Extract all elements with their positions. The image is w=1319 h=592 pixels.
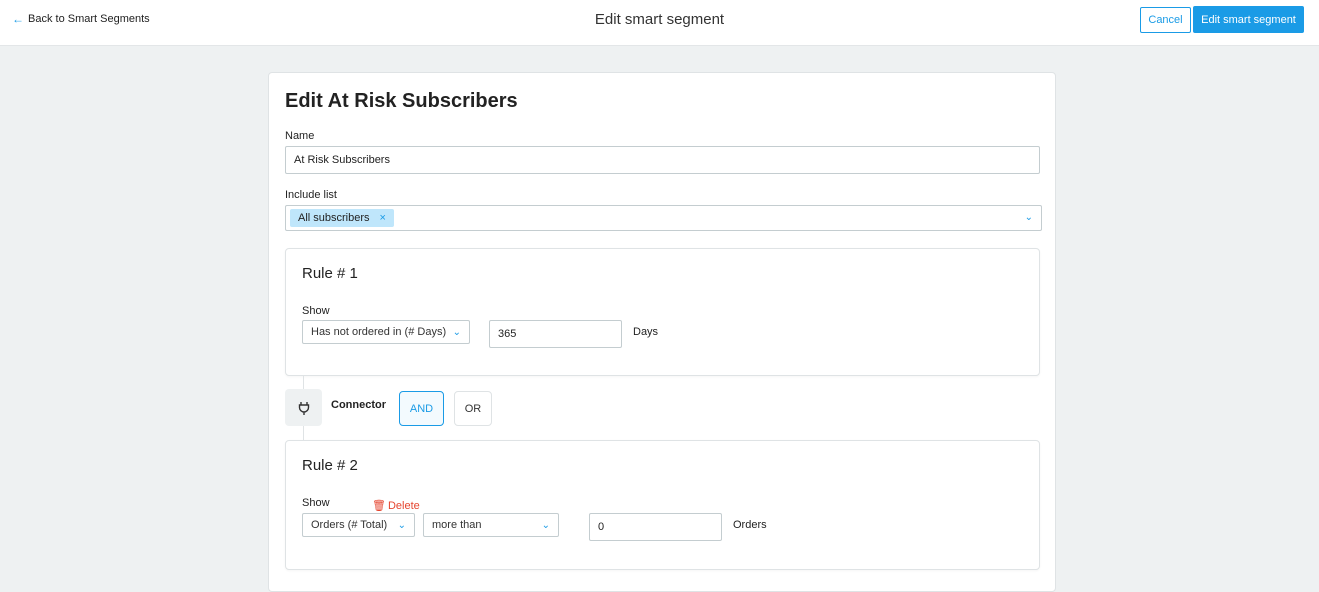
include-list-select[interactable]: All subscribers × ⌄ (285, 205, 1042, 231)
chip-label: All subscribers (298, 212, 370, 224)
chevron-down-icon: ⌄ (541, 520, 550, 531)
unit-label: Orders (733, 519, 767, 531)
rule-condition-select[interactable]: Has not ordered in (# Days) ⌄ (302, 320, 470, 344)
include-list-label: Include list (285, 189, 337, 201)
rule-title: Rule # 2 (302, 457, 358, 474)
input-value: 365 (498, 328, 517, 340)
rule-value-input[interactable]: 365 (489, 320, 622, 348)
top-bar: ← Back to Smart Segments Edit smart segm… (0, 0, 1319, 46)
connector-or-button[interactable]: OR (454, 391, 492, 426)
rule-operator-select[interactable]: more than ⌄ (423, 513, 559, 537)
input-value: 0 (598, 521, 605, 533)
list-chip: All subscribers × (290, 209, 394, 227)
rule-card-2: Rule # 2 Show 🗑 Delete Orders (# Total) … (285, 440, 1040, 570)
select-value: Orders (# Total) (311, 519, 388, 531)
select-value: Has not ordered in (# Days) (311, 326, 447, 338)
connector-line (303, 426, 304, 440)
rule-condition-select[interactable]: Orders (# Total) ⌄ (302, 513, 415, 537)
remove-chip-icon[interactable]: × (380, 212, 386, 224)
cancel-button[interactable]: Cancel (1140, 7, 1191, 33)
name-label: Name (285, 130, 315, 142)
name-input-value: At Risk Subscribers (294, 154, 390, 166)
plug-icon (298, 401, 309, 415)
chevron-down-icon[interactable]: ⌄ (1025, 212, 1033, 223)
connector-label: Connector (331, 399, 386, 411)
connector-icon-box (285, 389, 322, 426)
select-value: more than (432, 519, 482, 531)
name-input[interactable]: At Risk Subscribers (285, 146, 1040, 174)
show-label: Show (302, 305, 330, 317)
page-title: Edit smart segment (594, 11, 725, 28)
delete-rule-button[interactable]: 🗑 Delete (372, 499, 420, 513)
connector-and-button[interactable]: AND (399, 391, 444, 426)
chevron-down-icon: ⌄ (452, 327, 461, 338)
segment-form-card: Edit At Risk Subscribers Name At Risk Su… (268, 72, 1056, 592)
chevron-down-icon: ⌄ (397, 520, 406, 531)
delete-label: Delete (387, 499, 420, 512)
edit-smart-segment-button[interactable]: Edit smart segment (1193, 6, 1304, 33)
form-title: Edit At Risk Subscribers (285, 90, 518, 112)
rule-title: Rule # 1 (302, 265, 358, 282)
connector-line (303, 376, 304, 389)
show-label: Show (302, 497, 330, 509)
rule-card-1: Rule # 1 Show Has not ordered in (# Days… (285, 248, 1040, 376)
trash-icon: 🗑 (372, 500, 386, 512)
unit-label: Days (633, 326, 659, 338)
rule-value-input[interactable]: 0 (589, 513, 722, 541)
